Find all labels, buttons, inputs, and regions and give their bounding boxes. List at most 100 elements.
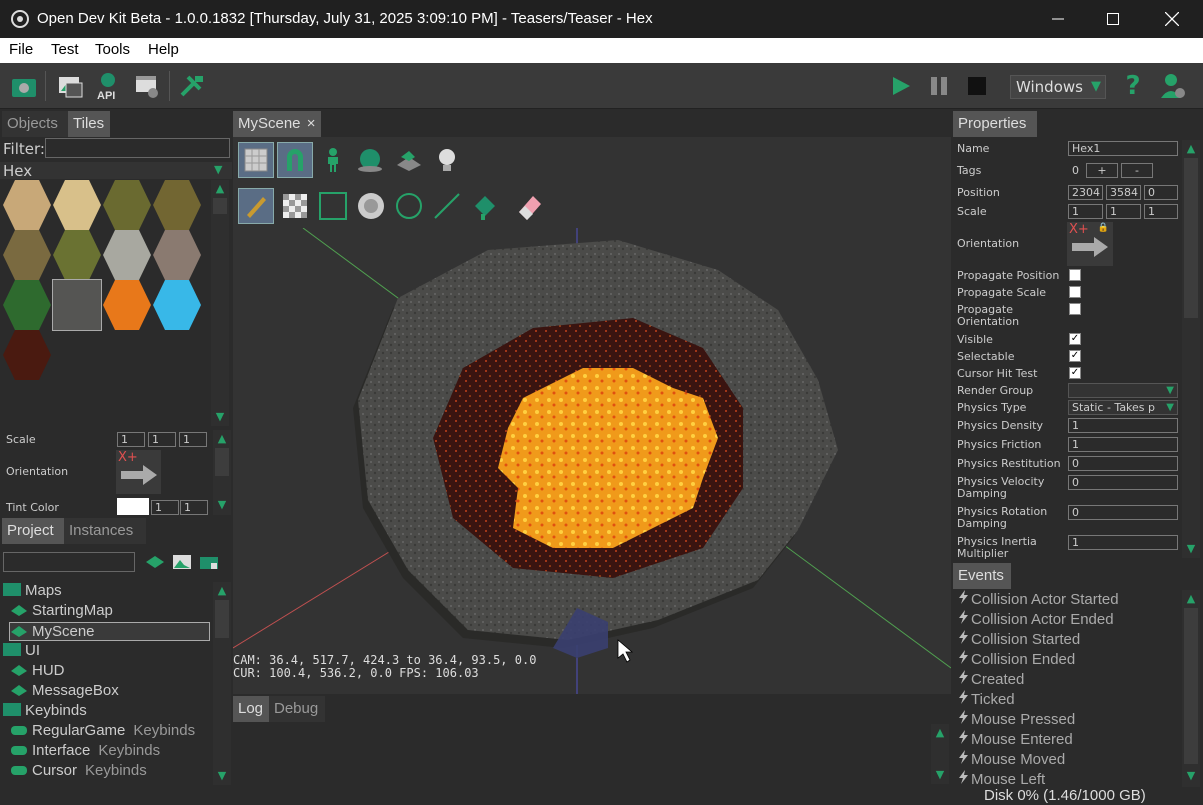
actor-tool-button[interactable] xyxy=(315,142,351,178)
project-search-input[interactable] xyxy=(3,552,135,572)
event-item[interactable]: Ticked xyxy=(957,690,1015,708)
tree-item[interactable]: Cursor Keybinds xyxy=(10,762,147,779)
event-item[interactable]: Collision Started xyxy=(957,630,1080,648)
cursor-hit-test-checkbox[interactable]: ✓ xyxy=(1069,367,1081,379)
scroll-thumb[interactable] xyxy=(1184,158,1198,318)
propagate-orientation-checkbox[interactable] xyxy=(1069,303,1081,315)
propagate-scale-checkbox[interactable] xyxy=(1069,286,1081,298)
render-group-select[interactable]: ▼ xyxy=(1068,383,1178,398)
fill-tool-button[interactable] xyxy=(277,188,313,224)
menu-tools[interactable]: Tools xyxy=(95,41,130,58)
menu-file[interactable]: File xyxy=(9,41,33,58)
close-tab-icon[interactable]: × xyxy=(307,115,316,132)
event-item[interactable]: Created xyxy=(957,670,1024,688)
menu-test[interactable]: Test xyxy=(51,41,79,58)
position-x[interactable]: 2304 xyxy=(1068,185,1103,200)
propagate-position-checkbox[interactable] xyxy=(1069,269,1081,281)
properties-scrollbar[interactable]: ▲ ▼ xyxy=(1182,140,1200,558)
menu-help[interactable]: Help xyxy=(148,41,179,58)
light-tool-button[interactable] xyxy=(429,142,465,178)
tint-field-2[interactable]: 1 xyxy=(180,500,208,515)
tree-item[interactable]: MyScene xyxy=(9,622,210,641)
event-item[interactable]: Mouse Entered xyxy=(957,730,1073,748)
tab-tiles[interactable]: Tiles xyxy=(68,111,110,137)
magnet-snap-button[interactable] xyxy=(277,142,313,178)
circle-tool-button[interactable] xyxy=(391,188,427,224)
tree-item[interactable]: StartingMap xyxy=(10,602,113,619)
terrain-tool-button[interactable] xyxy=(391,142,427,178)
tree-item[interactable]: HUD xyxy=(10,662,65,679)
physics-rotation-damping-field[interactable]: 0 xyxy=(1068,505,1178,520)
tab-events[interactable]: Events xyxy=(953,563,1011,589)
tiles-scrollbar[interactable]: ▲ ▼ xyxy=(211,180,229,426)
tab-debug[interactable]: Debug xyxy=(269,696,325,722)
selectable-checkbox[interactable]: ✓ xyxy=(1069,350,1081,362)
add-map-button[interactable] xyxy=(143,550,167,574)
maximize-button[interactable] xyxy=(1084,0,1142,38)
open-project-button[interactable] xyxy=(7,69,41,103)
position-y[interactable]: 3584 xyxy=(1106,185,1141,200)
bucket-tool-button[interactable] xyxy=(467,188,503,224)
event-item[interactable]: Collision Actor Ended xyxy=(957,610,1114,628)
tile-stone-gray[interactable] xyxy=(52,279,102,331)
scroll-thumb[interactable] xyxy=(215,448,229,476)
events-scrollbar[interactable]: ▲ ▼ xyxy=(1182,590,1200,787)
lock-icon[interactable]: 🔒 xyxy=(1098,223,1109,233)
physics-inertia-field[interactable]: 1 xyxy=(1068,535,1178,550)
stop-button[interactable] xyxy=(960,69,994,103)
tab-myscene[interactable]: MyScene × xyxy=(233,111,321,137)
position-z[interactable]: 0 xyxy=(1144,185,1178,200)
remove-tag-button[interactable]: - xyxy=(1121,163,1153,178)
tile-group-header[interactable]: Hex ▼ xyxy=(0,162,232,180)
api-button[interactable]: API xyxy=(91,69,125,103)
tools-button[interactable] xyxy=(175,69,209,103)
close-button[interactable] xyxy=(1143,0,1201,38)
line-tool-button[interactable] xyxy=(429,188,465,224)
scene-viewport[interactable] xyxy=(233,228,951,694)
log-scrollbar[interactable]: ▲ ▼ xyxy=(931,724,949,784)
tree-item[interactable]: Interface Keybinds xyxy=(10,742,160,759)
tree-folder[interactable]: Keybinds xyxy=(3,702,87,719)
project-scrollbar[interactable]: ▲ ▼ xyxy=(213,582,231,785)
tab-project[interactable]: Project xyxy=(2,518,64,544)
play-button[interactable] xyxy=(884,69,918,103)
event-item[interactable]: Mouse Moved xyxy=(957,750,1065,768)
tile-scale-y[interactable]: 1 xyxy=(148,432,176,447)
add-folder-button[interactable] xyxy=(197,550,221,574)
tab-log[interactable]: Log xyxy=(233,696,269,722)
add-tag-button[interactable]: + xyxy=(1086,163,1118,178)
sphere-tool-button[interactable] xyxy=(353,142,389,178)
filled-circle-tool-button[interactable] xyxy=(353,188,389,224)
scroll-thumb[interactable] xyxy=(213,198,227,214)
scale-z[interactable]: 1 xyxy=(1144,204,1178,219)
scale-x[interactable]: 1 xyxy=(1068,204,1103,219)
tree-item[interactable]: RegularGame Keybinds xyxy=(10,722,195,739)
event-item[interactable]: Collision Ended xyxy=(957,650,1075,668)
event-item[interactable]: Mouse Pressed xyxy=(957,710,1075,728)
settings-window-button[interactable] xyxy=(131,69,165,103)
minimize-button[interactable] xyxy=(1029,0,1087,38)
pencil-tool-button[interactable] xyxy=(238,188,274,224)
tab-properties[interactable]: Properties xyxy=(953,111,1037,137)
visible-checkbox[interactable]: ✓ xyxy=(1069,333,1081,345)
physics-restitution-field[interactable]: 0 xyxy=(1068,456,1178,471)
filter-input[interactable] xyxy=(45,138,230,158)
scale-y[interactable]: 1 xyxy=(1106,204,1141,219)
tint-field-1[interactable]: 1 xyxy=(151,500,179,515)
scroll-thumb[interactable] xyxy=(215,600,229,638)
scroll-thumb[interactable] xyxy=(1184,608,1198,764)
eraser-tool-button[interactable] xyxy=(511,188,547,224)
import-image-button[interactable] xyxy=(53,69,87,103)
pause-button[interactable] xyxy=(922,69,956,103)
tree-folder[interactable]: UI xyxy=(3,642,40,659)
event-item[interactable]: Collision Actor Started xyxy=(957,590,1119,608)
tile-scale-x[interactable]: 1 xyxy=(117,432,145,447)
tab-instances[interactable]: Instances xyxy=(64,518,146,544)
tile-orientation-widget[interactable]: X+ xyxy=(116,450,161,494)
tile-scale-z[interactable]: 1 xyxy=(179,432,207,447)
add-image-button[interactable] xyxy=(170,550,194,574)
event-item[interactable]: Mouse Left xyxy=(957,770,1045,788)
user-settings-button[interactable] xyxy=(1156,69,1190,103)
name-field[interactable]: Hex1 xyxy=(1068,141,1178,156)
platform-select[interactable]: Windows ▼ xyxy=(1010,75,1106,99)
